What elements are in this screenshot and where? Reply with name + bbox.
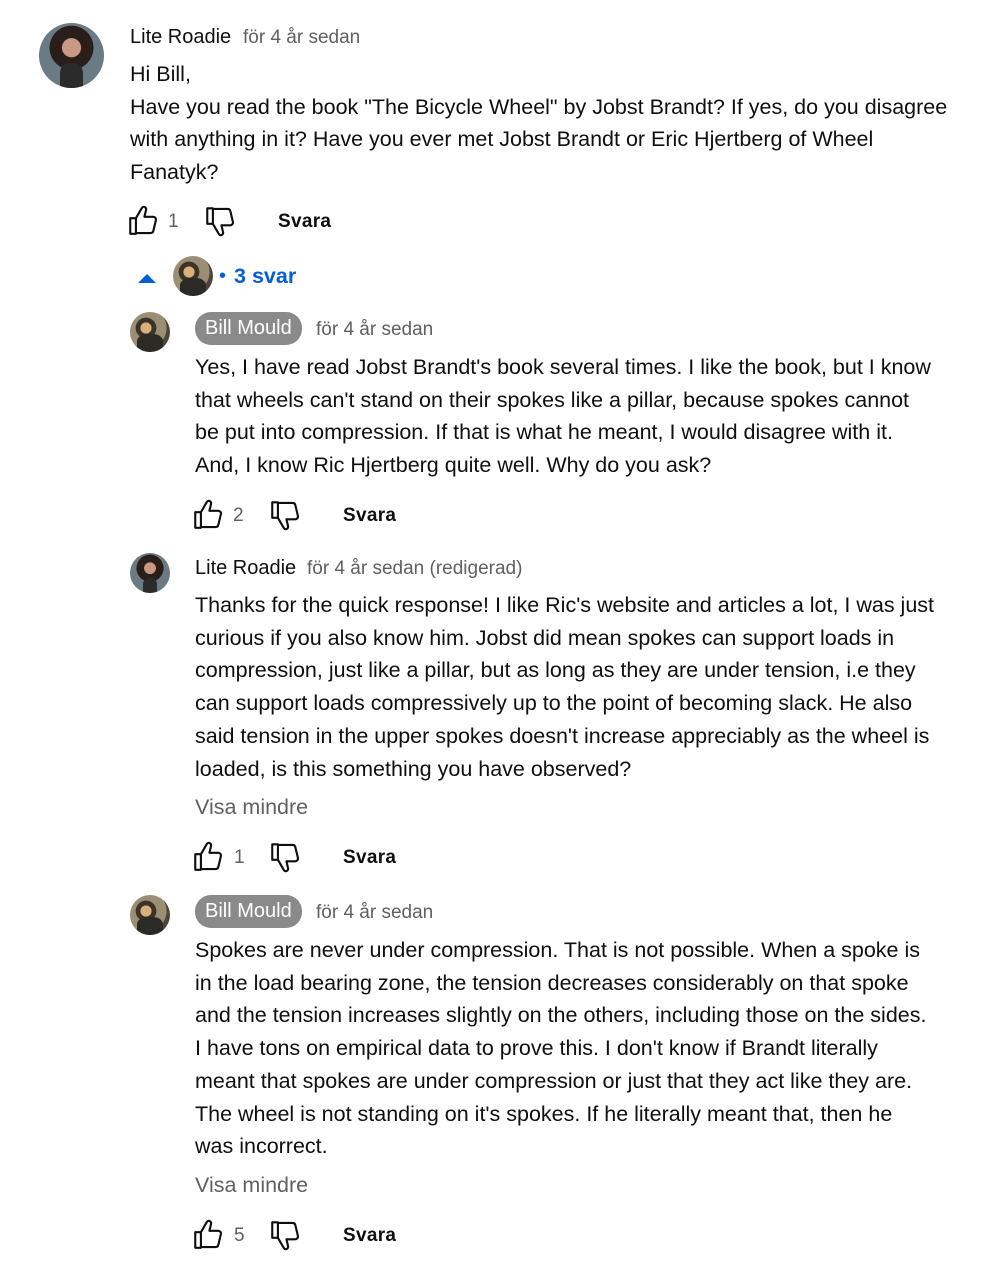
- show-less-link[interactable]: Visa mindre: [195, 1173, 308, 1198]
- reply-line: be put into compression. If that is what…: [195, 420, 893, 445]
- reply-timestamp[interactable]: för 4 år sedan (redigerad): [307, 558, 522, 580]
- owner-author-chip[interactable]: Bill Mould: [195, 312, 302, 345]
- comment-line: Fanatyk?: [130, 160, 219, 185]
- thumb-up-icon[interactable]: [191, 1218, 225, 1252]
- reply-line: loaded, is this something you have obser…: [195, 756, 632, 781]
- reply-line: meant that spokes are under compression …: [195, 1068, 913, 1093]
- thumb-up-icon[interactable]: [191, 498, 225, 532]
- thumb-down-icon[interactable]: [268, 498, 302, 532]
- comment-line: with anything in it? Have you ever met J…: [130, 127, 874, 152]
- owner-author-chip[interactable]: Bill Mould: [195, 895, 302, 928]
- reply-line: and the tension increases slightly on th…: [195, 1003, 927, 1028]
- reply-line: that wheels can't stand on their spokes …: [195, 387, 910, 412]
- like-count: 1: [234, 847, 245, 868]
- reply-timestamp[interactable]: för 4 år sedan: [316, 319, 433, 341]
- thumb-down-icon[interactable]: [203, 204, 237, 238]
- replies-toggle[interactable]: • 3 svar: [138, 256, 296, 296]
- reply-line: And, I know Ric Hjertberg quite well. Wh…: [195, 453, 712, 478]
- reply-text: Spokes are never under compression. That…: [195, 934, 926, 1163]
- comment-timestamp[interactable]: för 4 år sedan: [243, 27, 360, 49]
- reply-line: Yes, I have read Jobst Brandt's book sev…: [195, 355, 931, 379]
- comment-line: Have you read the book "The Bicycle Whee…: [130, 94, 948, 119]
- show-less-link[interactable]: Visa mindre: [195, 795, 308, 820]
- reply-line: curious if you also know him. Jobst did …: [195, 625, 895, 650]
- replies-count-label: 3 svar: [234, 263, 297, 288]
- thumb-up-icon[interactable]: [191, 840, 225, 874]
- reply-line: Spokes are never under compression. That…: [195, 938, 921, 962]
- reply-author[interactable]: Lite Roadie: [195, 557, 296, 580]
- like-count: 2: [233, 505, 244, 526]
- reply-button[interactable]: Svara: [278, 211, 331, 233]
- reply-text: Thanks for the quick response! I like Ri…: [195, 589, 934, 785]
- avatar: [173, 256, 213, 296]
- reply-line: Thanks for the quick response! I like Ri…: [195, 593, 935, 617]
- thumb-down-icon[interactable]: [268, 840, 302, 874]
- avatar[interactable]: [130, 895, 170, 935]
- comment-author[interactable]: Lite Roadie: [130, 26, 231, 49]
- reply-timestamp[interactable]: för 4 år sedan: [316, 902, 433, 924]
- thumb-down-icon[interactable]: [268, 1218, 302, 1252]
- reply-line: The wheel is not standing on it's spokes…: [195, 1101, 893, 1126]
- comment-text: Hi Bill, Have you read the book "The Bic…: [130, 58, 947, 189]
- reply-button[interactable]: Svara: [343, 847, 396, 869]
- reply-line: compression, just like a pillar, but as …: [195, 658, 916, 683]
- thumb-up-icon[interactable]: [126, 204, 160, 238]
- reply-line: was incorrect.: [195, 1134, 328, 1159]
- like-count: 5: [234, 1225, 245, 1246]
- reply-button[interactable]: Svara: [343, 1225, 396, 1247]
- avatar[interactable]: [130, 553, 170, 593]
- reply-line: said tension in the upper spokes doesn't…: [195, 723, 930, 748]
- reply-line: in the load bearing zone, the tension de…: [195, 970, 909, 995]
- caret-up-icon: [138, 273, 156, 283]
- reply-line: I have tons on empirical data to prove t…: [195, 1036, 878, 1061]
- reply-line: can support loads compressively up to th…: [195, 691, 913, 716]
- avatar[interactable]: [130, 312, 170, 352]
- reply-text: Yes, I have read Jobst Brandt's book sev…: [195, 351, 931, 482]
- comment-line: Hi Bill,: [130, 62, 191, 86]
- separator-dot: •: [219, 264, 227, 287]
- reply-button[interactable]: Svara: [343, 505, 396, 527]
- like-count: 1: [168, 211, 179, 232]
- avatar[interactable]: [39, 23, 104, 88]
